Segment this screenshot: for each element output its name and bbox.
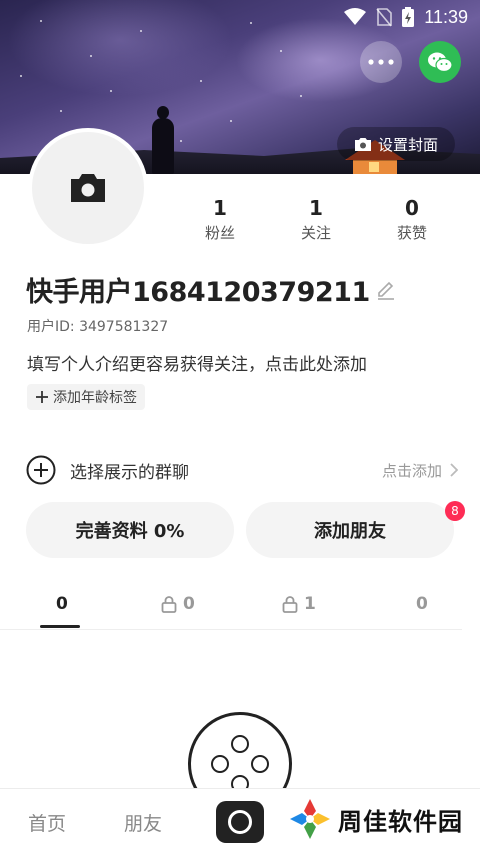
tab-likes[interactable]: 1: [282, 584, 316, 624]
plus-circle-icon: [26, 455, 56, 485]
stat-followers-value: 1: [213, 196, 227, 220]
battery-charging-icon: [402, 7, 415, 27]
nav-home[interactable]: 首页: [28, 809, 66, 836]
watermark: 周佳软件园: [288, 797, 463, 841]
tab-works[interactable]: 0: [56, 584, 68, 624]
group-chat-row[interactable]: 选择展示的群聊 点击添加: [26, 452, 458, 488]
more-options-button[interactable]: [360, 41, 402, 83]
stat-following-value: 1: [309, 196, 323, 220]
edit-pencil-icon[interactable]: [376, 280, 396, 300]
tab-collections-count: 0: [416, 594, 428, 614]
wifi-icon: [344, 8, 367, 25]
plus-icon: [36, 391, 48, 403]
more-dots-icon: [368, 59, 394, 65]
group-chat-action[interactable]: 点击添加: [382, 460, 458, 481]
lock-icon: [282, 596, 298, 613]
tab-works-count: 0: [56, 594, 68, 614]
content-tabs: 0 0 1 0: [0, 584, 462, 630]
tab-likes-count: 1: [304, 594, 316, 614]
nav-friends[interactable]: 朋友: [124, 809, 162, 836]
complete-profile-button[interactable]: 完善资料 0%: [26, 502, 234, 558]
group-chat-action-label: 点击添加: [381, 461, 442, 480]
stat-following[interactable]: 1 关注: [268, 196, 364, 243]
active-tab-indicator: [40, 625, 80, 628]
wechat-share-button[interactable]: [419, 41, 461, 83]
stat-following-label: 关注: [300, 224, 331, 242]
camera-icon: [354, 137, 371, 151]
user-id: 用户ID: 3497581327: [27, 319, 169, 335]
profile-stats: 1 粉丝 1 关注 0 获赞: [172, 196, 460, 243]
brand-name: 周佳软件园: [338, 807, 463, 836]
set-cover-label: 设置封面: [377, 135, 438, 154]
stat-followers-label: 粉丝: [204, 224, 235, 242]
tab-private[interactable]: 0: [161, 584, 195, 624]
camera-icon: [71, 174, 105, 202]
bio-text[interactable]: 填写个人介绍更容易获得关注，点击此处添加: [27, 350, 367, 375]
username: 快手用户1684120379211: [26, 277, 370, 308]
add-age-tag-label: 添加年龄标签: [53, 390, 137, 406]
username-row: 快手用户1684120379211: [26, 270, 396, 309]
tab-collections[interactable]: 0: [416, 584, 428, 624]
bottom-nav: 首页 朋友 周佳软件园: [0, 788, 480, 853]
stat-likes-label: 获赞: [396, 224, 427, 242]
cover-person-silhouette: [152, 106, 174, 174]
no-sim-icon: [376, 8, 393, 27]
stat-likes-value: 0: [405, 196, 419, 220]
group-chat-label: 选择展示的群聊: [70, 462, 189, 483]
add-friends-badge: 8: [445, 501, 465, 521]
tab-private-count: 0: [183, 594, 195, 614]
wechat-icon: [428, 52, 453, 73]
shutter-icon: [228, 810, 252, 834]
status-bar: 11:39: [0, 0, 480, 34]
status-time: 11:39: [424, 6, 468, 27]
chevron-right-icon: [450, 463, 458, 477]
brand-logo-icon: [290, 799, 330, 839]
lock-icon: [161, 596, 177, 613]
shoot-button[interactable]: [216, 801, 264, 843]
set-cover-button[interactable]: 设置封面: [337, 127, 455, 161]
add-age-tag-button[interactable]: 添加年龄标签: [27, 384, 145, 410]
stat-followers[interactable]: 1 粉丝: [172, 196, 268, 243]
stat-likes[interactable]: 0 获赞: [364, 196, 460, 243]
add-friends-button[interactable]: 添加朋友: [246, 502, 454, 558]
avatar[interactable]: [28, 128, 148, 248]
